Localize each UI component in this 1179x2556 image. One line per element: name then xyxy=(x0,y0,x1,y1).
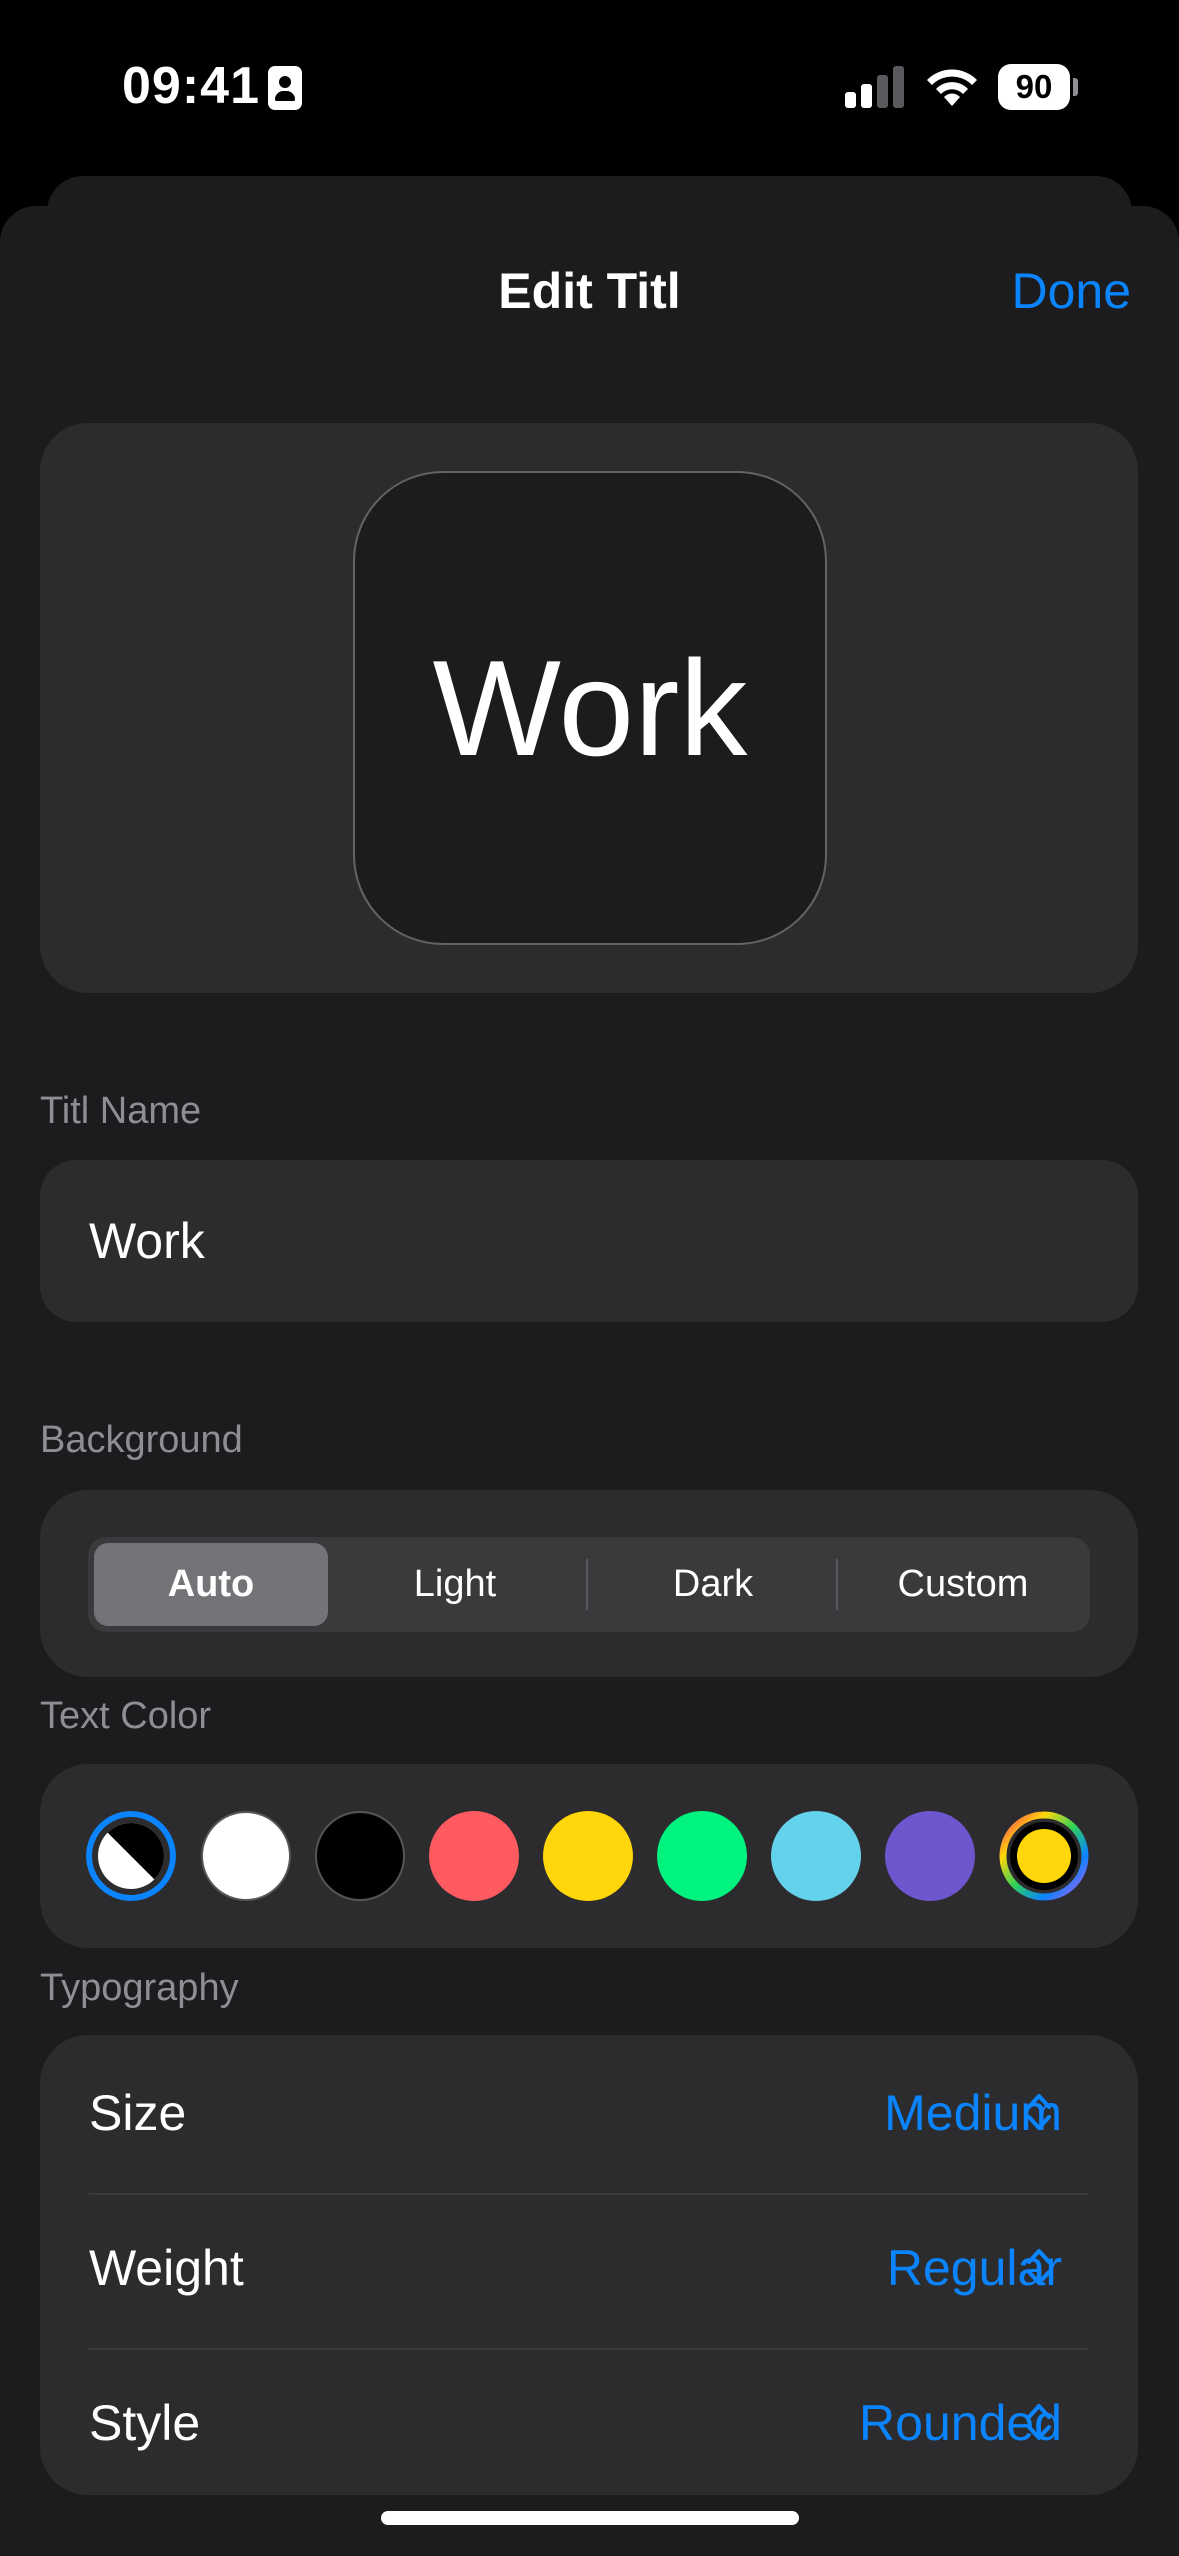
weight-label: Weight xyxy=(89,2239,244,2296)
custom-color-picker-icon[interactable] xyxy=(999,1811,1089,1901)
home-indicator[interactable] xyxy=(381,2511,799,2525)
swatch-auto[interactable] xyxy=(86,1811,176,1901)
typography-section-label: Typography xyxy=(40,1967,239,2009)
sheet-title: Edit Titl xyxy=(498,263,681,319)
battery-icon: 90 xyxy=(998,64,1078,110)
background-section-label: Background xyxy=(40,1419,243,1461)
status-time: 09:41 xyxy=(122,57,260,115)
up-down-chevron-icon xyxy=(1027,2404,1051,2440)
name-section-label: Titl Name xyxy=(40,1090,202,1132)
segment-light[interactable]: Light xyxy=(338,1543,572,1626)
segment-custom[interactable]: Custom xyxy=(838,1543,1088,1626)
segment-auto[interactable]: Auto xyxy=(94,1543,328,1626)
swatch-red[interactable] xyxy=(429,1811,519,1901)
swatch-purple[interactable] xyxy=(885,1811,975,1901)
typography-row-size[interactable]: Size Medium xyxy=(40,2035,1138,2190)
screen: 09:41 90 Edit Titl Done Work Titl Name W… xyxy=(0,0,1179,2556)
text-color-section-label: Text Color xyxy=(40,1695,212,1737)
background-segmented-control: Auto Light Dark Custom xyxy=(88,1537,1090,1632)
wifi-icon xyxy=(927,69,977,106)
swatch-black[interactable] xyxy=(315,1811,405,1901)
battery-level: 90 xyxy=(998,64,1070,110)
done-button[interactable]: Done xyxy=(1011,262,1131,320)
up-down-chevron-icon xyxy=(1027,2094,1051,2130)
swatch-white[interactable] xyxy=(201,1811,291,1901)
cellular-signal-icon xyxy=(845,66,905,108)
swatch-green[interactable] xyxy=(657,1811,747,1901)
swatch-light-blue[interactable] xyxy=(771,1811,861,1901)
typography-row-weight[interactable]: Weight Regular xyxy=(40,2190,1138,2345)
style-label: Style xyxy=(89,2394,201,2451)
swatch-yellow[interactable] xyxy=(543,1811,633,1901)
titl-name-input[interactable]: Work xyxy=(40,1160,1138,1322)
preview-tile: Work xyxy=(353,471,827,945)
segment-dark[interactable]: Dark xyxy=(588,1543,838,1626)
contact-card-icon xyxy=(268,66,302,110)
status-bar: 09:41 90 xyxy=(0,0,1179,170)
size-label: Size xyxy=(89,2084,187,2141)
typography-row-style[interactable]: Style Rounded xyxy=(40,2345,1138,2500)
up-down-chevron-icon xyxy=(1027,2249,1051,2285)
